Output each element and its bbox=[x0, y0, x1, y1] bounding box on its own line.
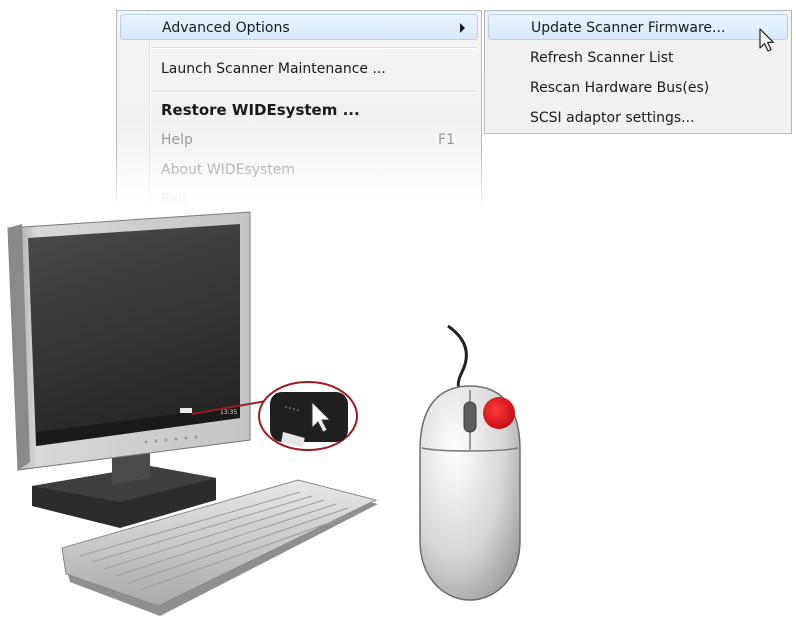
scroll-wheel bbox=[463, 401, 477, 433]
menu-item-shortcut: F1 bbox=[438, 132, 455, 148]
submenu-item-rescan-hardware-buses[interactable]: Rescan Hardware Bus(es) bbox=[485, 75, 791, 101]
menu-item-label: Help bbox=[161, 132, 193, 148]
submenu-item-scsi-adaptor-settings[interactable]: SCSI adaptor settings... bbox=[485, 105, 791, 131]
advanced-options-submenu: Update Scanner Firmware... Refresh Scann… bbox=[484, 10, 792, 134]
menu-item-advanced-options[interactable]: Advanced Options bbox=[120, 14, 478, 40]
menu-separator bbox=[151, 47, 477, 49]
computer-monitor-icon: 13:35 bbox=[7, 211, 251, 471]
menu-item-label: SCSI adaptor settings... bbox=[530, 110, 695, 126]
menu-item-label: Rescan Hardware Bus(es) bbox=[530, 80, 710, 96]
mouse-cable bbox=[447, 324, 468, 396]
menu-item-label: Update Scanner Firmware... bbox=[531, 20, 726, 36]
mouse-pointer-icon bbox=[759, 28, 775, 52]
right-button-highlight bbox=[483, 397, 515, 429]
computer-illustration: 13:35 bbox=[7, 211, 521, 616]
menu-item-launch-scanner-maintenance[interactable]: Launch Scanner Maintenance ... bbox=[117, 56, 481, 82]
menu-item-help[interactable]: Help F1 bbox=[117, 127, 481, 153]
monitor-clock: 13:35 bbox=[220, 409, 237, 416]
menu-item-restore-widesystem[interactable]: Restore WIDEsystem ... bbox=[117, 97, 481, 123]
menu-item-label: Advanced Options bbox=[162, 20, 290, 36]
menu-item-label: Restore WIDEsystem ... bbox=[161, 101, 360, 119]
context-menu: Advanced Options Launch Scanner Maintena… bbox=[116, 10, 482, 210]
mouse-icon bbox=[419, 385, 521, 601]
menu-item-label: Refresh Scanner List bbox=[530, 50, 674, 66]
menu-item-label: About WIDEsystem bbox=[161, 162, 296, 178]
menu-item-label: Launch Scanner Maintenance ... bbox=[161, 61, 386, 77]
menu-item-about-widesystem[interactable]: About WIDEsystem bbox=[117, 157, 481, 183]
submenu-item-update-scanner-firmware[interactable]: Update Scanner Firmware... bbox=[488, 14, 788, 40]
submenu-arrow-icon bbox=[460, 23, 465, 33]
tray-callout bbox=[258, 381, 358, 451]
menu-separator bbox=[151, 91, 477, 93]
submenu-item-refresh-scanner-list[interactable]: Refresh Scanner List bbox=[485, 45, 791, 71]
